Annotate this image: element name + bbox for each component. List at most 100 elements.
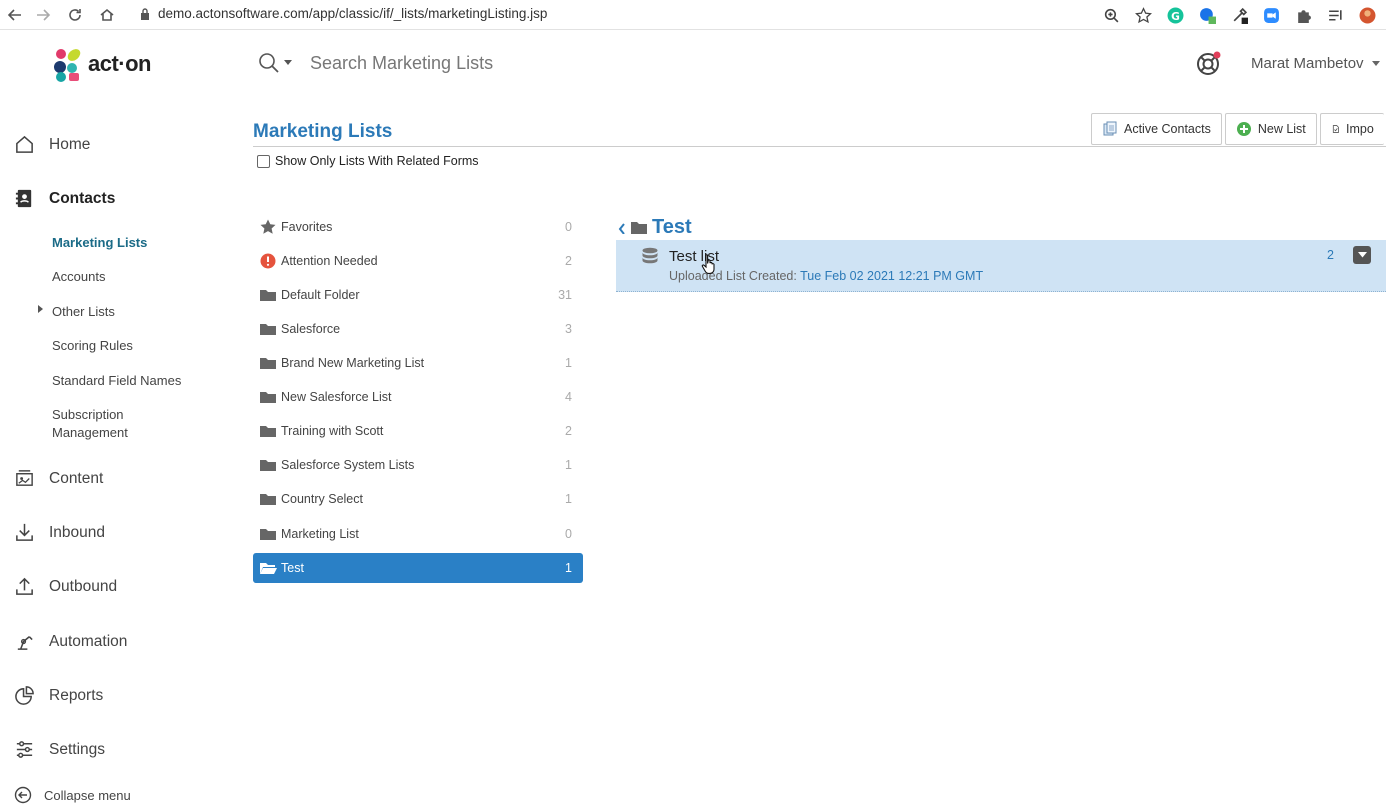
database-icon <box>642 247 658 264</box>
folder-test[interactable]: Test 1 <box>253 553 583 583</box>
folder-name: Attention Needed <box>281 254 378 268</box>
sidebar-item-label: Outbound <box>49 577 118 595</box>
related-forms-checkbox[interactable]: Show Only Lists With Related Forms <box>257 154 479 168</box>
checkbox-box[interactable] <box>257 154 270 168</box>
folder-name: Test <box>281 561 304 575</box>
folder-name: Country Select <box>281 492 363 506</box>
folder-breadcrumb[interactable]: Test <box>618 216 692 239</box>
folder-name: Default Folder <box>281 288 360 302</box>
grammarly-icon[interactable]: G <box>1164 4 1186 26</box>
puzzle-icon[interactable] <box>1292 4 1314 26</box>
folder-count: 2 <box>565 254 572 268</box>
list-actions-dropdown[interactable] <box>1353 246 1371 264</box>
help-lifebuoy-icon[interactable] <box>1195 51 1221 77</box>
new-list-button[interactable]: New List <box>1224 113 1317 145</box>
list-created-date: Tue Feb 02 2021 12:21 PM GMT <box>800 269 984 283</box>
sidebar-item-contacts[interactable]: Contacts <box>14 188 115 209</box>
content-image-icon <box>16 470 33 486</box>
list-created-label: Uploaded List Created: <box>669 269 797 283</box>
folder-country-select[interactable]: Country Select 1 <box>253 484 583 514</box>
folder-name: Salesforce <box>281 322 341 336</box>
folder-training-with-scott[interactable]: Training with Scott 2 <box>253 416 583 446</box>
act-on-logo[interactable]: act·on <box>52 46 152 82</box>
expand-triangle-icon[interactable] <box>38 305 43 313</box>
folder-favorites[interactable]: Favorites 0 <box>253 212 583 242</box>
active-contacts-button[interactable]: Active Contacts <box>1091 113 1222 145</box>
folder-icon <box>260 494 276 505</box>
chevron-down-icon[interactable] <box>284 60 292 66</box>
folder-count: 1 <box>565 492 572 506</box>
sidebar-item-label: Contacts <box>49 189 116 207</box>
folder-brand-new-marketing-list[interactable]: Brand New Marketing List 1 <box>253 348 583 378</box>
sidebar-sub-other-lists[interactable]: Other Lists <box>52 303 115 321</box>
chevron-left-icon[interactable] <box>618 222 626 234</box>
folder-count: 0 <box>565 527 572 541</box>
reload-icon[interactable] <box>60 0 90 30</box>
folder-icon <box>260 324 276 335</box>
search-input[interactable]: Search Marketing Lists <box>310 53 493 74</box>
sidebar-sub-marketing-lists[interactable]: Marketing Lists <box>52 234 147 252</box>
eyedropper-icon[interactable] <box>1228 4 1250 26</box>
profile-avatar-icon[interactable] <box>1356 4 1378 26</box>
folder-count: 1 <box>565 458 572 472</box>
folder-marketing-list[interactable]: Marketing List 0 <box>253 519 583 549</box>
logo-mark-icon <box>54 49 81 82</box>
home-browser-icon[interactable] <box>92 0 122 30</box>
zoom-icon[interactable] <box>1100 4 1122 26</box>
sidebar-item-settings[interactable]: Settings <box>14 739 105 760</box>
folder-count: 3 <box>565 322 572 336</box>
outbound-icon <box>16 577 33 595</box>
folder-name: Favorites <box>281 220 333 234</box>
robot-arm-icon <box>17 636 33 650</box>
sidebar-item-home[interactable]: Home <box>14 134 90 155</box>
logo-text: act·on <box>88 51 152 76</box>
folder-salesforce-system-lists[interactable]: Salesforce System Lists 1 <box>253 450 583 480</box>
caret-down-icon <box>1357 252 1367 258</box>
sidebar-item-reports[interactable]: Reports <box>14 685 103 706</box>
folder-icon <box>260 460 276 471</box>
sidebar-item-label: Automation <box>49 632 128 650</box>
sidebar-sub-subscription-management[interactable]: Subscription Management <box>52 406 162 442</box>
import-icon <box>1332 125 1339 133</box>
user-menu[interactable]: Marat Mambetov <box>1251 55 1380 72</box>
search-icon[interactable] <box>258 52 280 74</box>
folder-new-salesforce-list[interactable]: New Salesforce List 4 <box>253 382 583 412</box>
sidebar-item-label: Settings <box>49 740 106 758</box>
sidebar-sub-standard-field-names[interactable]: Standard Field Names <box>52 372 181 390</box>
folder-count: 31 <box>558 288 572 302</box>
star-icon <box>260 219 276 234</box>
folder-attention-needed[interactable]: Attention Needed 2 <box>253 246 583 276</box>
import-button[interactable]: Impo <box>1319 113 1384 145</box>
address-bar[interactable]: demo.actonsoftware.com/app/classic/if/_l… <box>140 6 547 21</box>
hand-cursor-icon <box>701 254 715 274</box>
list-item[interactable]: Test list Uploaded List Created: Tue Feb… <box>616 240 1386 292</box>
star-icon[interactable] <box>1132 4 1154 26</box>
reading-list-icon[interactable] <box>1324 4 1346 26</box>
sidebar-item-automation[interactable]: Automation <box>14 631 127 652</box>
sidebar-sub-accounts[interactable]: Accounts <box>52 268 105 286</box>
sidebar-item-content[interactable]: Content <box>14 468 103 489</box>
list-count[interactable]: 2 <box>1327 248 1334 262</box>
zoom-app-icon[interactable] <box>1260 4 1282 26</box>
home-icon <box>16 135 33 153</box>
sidebar-sub-scoring-rules[interactable]: Scoring Rules <box>52 337 133 355</box>
collapse-arrow-icon <box>14 786 32 804</box>
page-title: Marketing Lists <box>253 121 393 142</box>
sidebar-item-outbound[interactable]: Outbound <box>14 576 117 597</box>
documents-icon <box>1103 121 1117 136</box>
alert-icon <box>260 253 276 269</box>
toolbar: Active Contacts New List Impo <box>1091 113 1384 145</box>
sidebar-item-inbound[interactable]: Inbound <box>14 522 105 543</box>
search-bar[interactable]: Search Marketing Lists <box>258 52 493 74</box>
folder-salesforce[interactable]: Salesforce 3 <box>253 314 583 344</box>
collapse-label: Collapse menu <box>44 787 131 803</box>
folder-default-folder[interactable]: Default Folder 31 <box>253 280 583 310</box>
folder-open-icon <box>260 563 277 574</box>
folder-icon <box>631 221 647 234</box>
collapse-menu-button[interactable]: Collapse menu <box>14 786 131 804</box>
title-divider <box>253 146 1386 147</box>
forward-arrow-icon[interactable] <box>28 0 58 30</box>
extension-badge-icon[interactable] <box>1196 4 1218 26</box>
folder-count: 2 <box>565 424 572 438</box>
back-arrow-icon[interactable] <box>0 0 30 30</box>
